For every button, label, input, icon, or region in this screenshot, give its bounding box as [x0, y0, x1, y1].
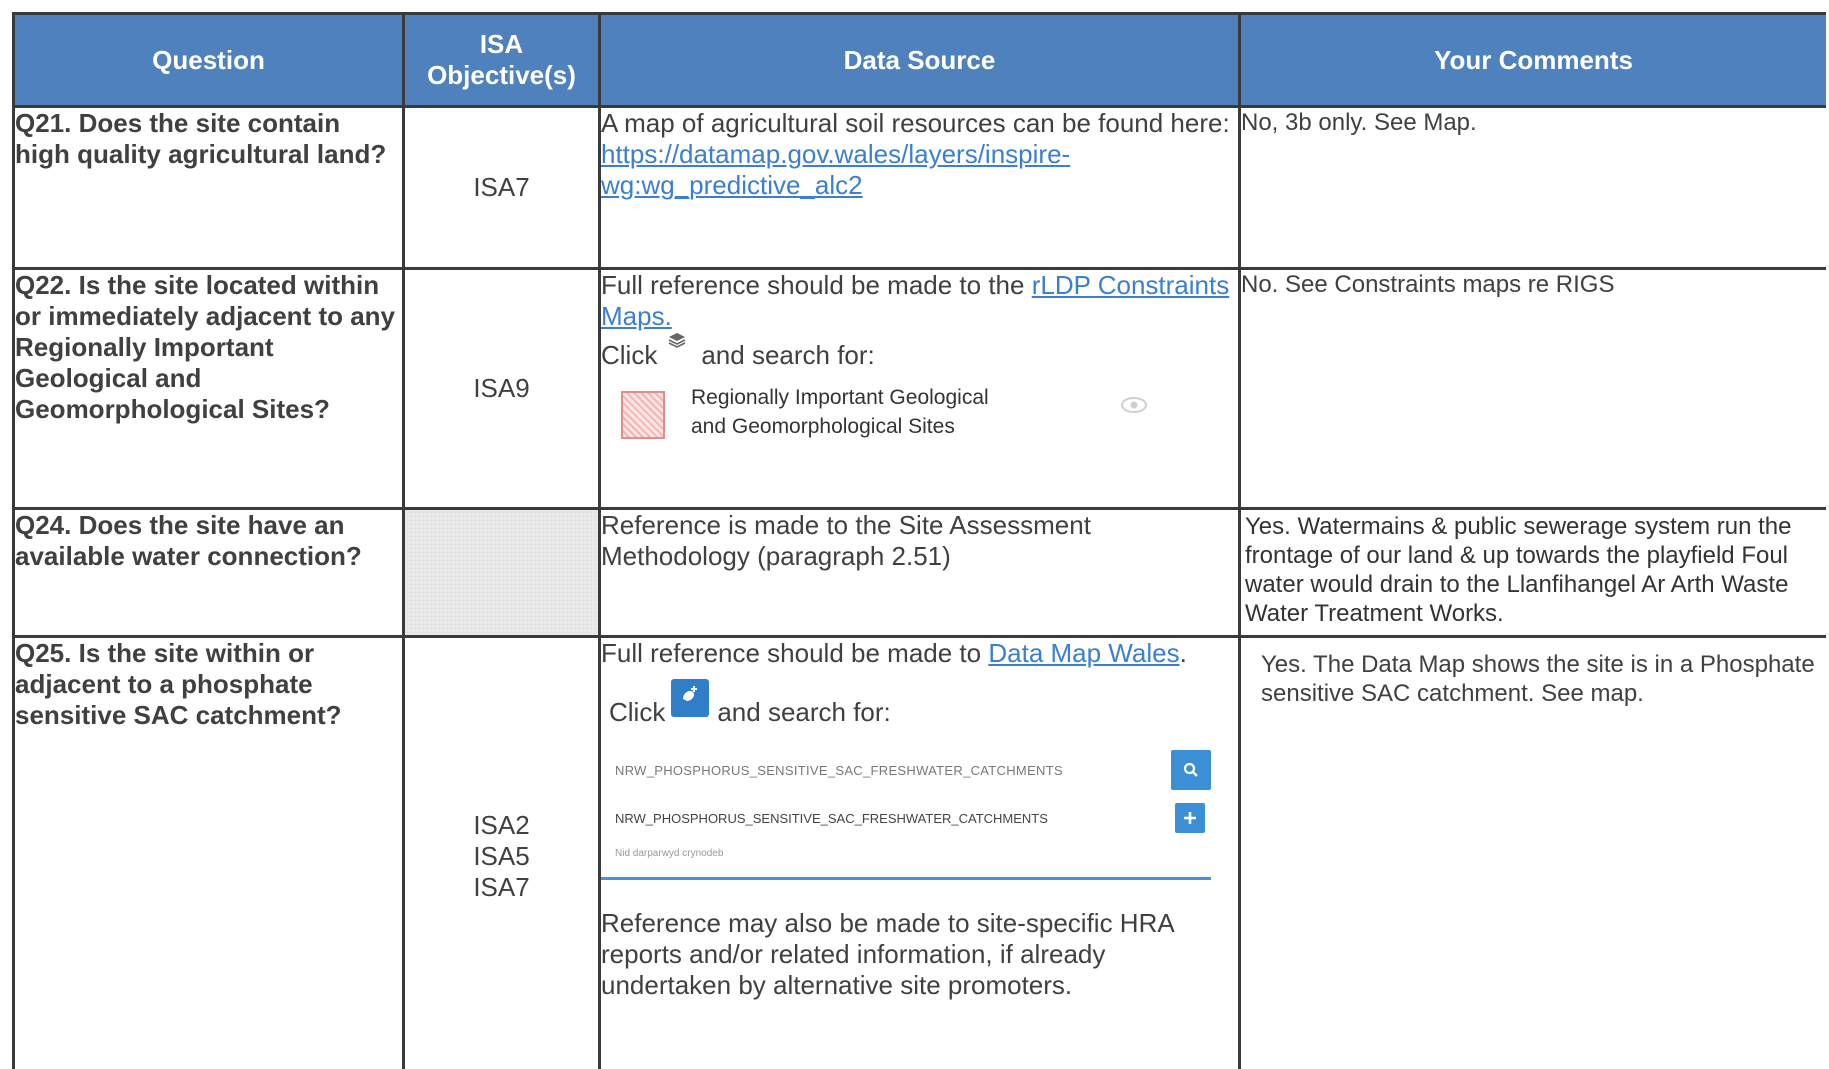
search-icon[interactable]: [1171, 750, 1211, 790]
assessment-table: Question ISA Objective(s) Data Source Yo…: [12, 12, 1826, 1069]
layer-search-input[interactable]: NRW_PHOSPHORUS_SENSITIVE_SAC_FRESHWATER_…: [601, 755, 1063, 786]
legend-label: Regionally Important Geological and Geom…: [691, 386, 989, 438]
click-instruction: Click and search for:: [601, 333, 1238, 371]
hatch-swatch-icon: [621, 391, 665, 439]
question-cell: Q21. Does the site contain high quality …: [12, 105, 405, 270]
comment-cell[interactable]: No. See Constraints maps re RIGS: [1238, 267, 1826, 510]
click-label: Click: [609, 696, 666, 727]
table-row: Q24. Does the site have an available wat…: [12, 507, 1826, 638]
data-source-cell: Full reference should be made to the rLD…: [598, 267, 1241, 510]
isa-cell: ISA7: [402, 105, 601, 270]
data-source-para2: Reference may also be made to site-speci…: [601, 908, 1174, 1000]
click-after-text: and search for:: [717, 696, 891, 727]
data-source-text: Full reference should be made to Data Ma…: [601, 638, 1238, 669]
layer-result-text: NRW_PHOSPHORUS_SENSITIVE_SAC_FRESHWATER_…: [601, 803, 1048, 869]
header-question: Question: [12, 12, 405, 108]
click-instruction: Click and search for:: [601, 679, 1238, 731]
data-source-cell: A map of agricultural soil resources can…: [598, 105, 1241, 270]
assessment-sheet: Question ISA Objective(s) Data Source Yo…: [12, 12, 1826, 1069]
comment-cell[interactable]: No, 3b only. See Map.: [1238, 105, 1826, 270]
isa-cell: [402, 507, 601, 638]
question-cell: Q25. Is the site within or adjacent to a…: [12, 635, 405, 1069]
eye-icon[interactable]: [1121, 393, 1147, 422]
layer-search-panel: NRW_PHOSPHORUS_SENSITIVE_SAC_FRESHWATER_…: [601, 747, 1211, 880]
layer-search-row: NRW_PHOSPHORUS_SENSITIVE_SAC_FRESHWATER_…: [601, 747, 1211, 793]
layer-result-subtitle: Nid darparwyd crynodeb: [615, 848, 724, 859]
header-row: Question ISA Objective(s) Data Source Yo…: [12, 12, 1826, 108]
layers-icon: [663, 328, 691, 359]
alc-map-link[interactable]: https://datamap.gov.wales/layers/inspire…: [601, 139, 1070, 200]
add-layer-icon: [671, 679, 710, 717]
data-map-wales-link[interactable]: Data Map Wales: [988, 638, 1179, 668]
data-source-intro: Full reference should be made to: [601, 638, 982, 668]
table-row: Q21. Does the site contain high quality …: [12, 105, 1826, 270]
header-isa-label: ISA Objective(s): [427, 29, 576, 90]
table-row: Q25. Is the site within or adjacent to a…: [12, 635, 1826, 1069]
isa-cell: ISA2 ISA5 ISA7: [402, 635, 601, 1069]
header-comments: Your Comments: [1238, 12, 1826, 108]
data-source-text: A map of agricultural soil resources can…: [601, 108, 1230, 138]
question-cell: Q22. Is the site located within or immed…: [12, 267, 405, 510]
click-after-text: and search for:: [701, 340, 875, 370]
data-source-period: .: [1179, 638, 1187, 668]
isa-line: ISA5: [473, 841, 530, 871]
plus-icon[interactable]: [1175, 803, 1205, 833]
header-data-source: Data Source: [598, 12, 1241, 108]
table-row: Q22. Is the site located within or immed…: [12, 267, 1826, 510]
comment-cell[interactable]: Yes. Watermains & public sewerage system…: [1238, 507, 1826, 638]
rigs-legend: Regionally Important Geological and Geom…: [621, 383, 1238, 441]
isa-line: ISA7: [473, 872, 530, 902]
isa-line: ISA2: [473, 810, 530, 840]
question-cell: Q24. Does the site have an available wat…: [12, 507, 405, 638]
header-isa: ISA Objective(s): [402, 12, 601, 108]
data-source-intro: Full reference should be made to the: [601, 270, 1025, 300]
data-source-cell: Full reference should be made to Data Ma…: [598, 635, 1241, 1069]
layer-result-row: NRW_PHOSPHORUS_SENSITIVE_SAC_FRESHWATER_…: [601, 803, 1211, 869]
comment-cell[interactable]: Yes. The Data Map shows the site is in a…: [1238, 635, 1826, 1069]
data-source-text: Full reference should be made to the rLD…: [601, 270, 1238, 332]
isa-cell: ISA9: [402, 267, 601, 510]
layer-result-title: NRW_PHOSPHORUS_SENSITIVE_SAC_FRESHWATER_…: [615, 811, 1048, 826]
data-source-cell: Reference is made to the Site Assessment…: [598, 507, 1241, 638]
click-label: Click: [601, 340, 658, 370]
